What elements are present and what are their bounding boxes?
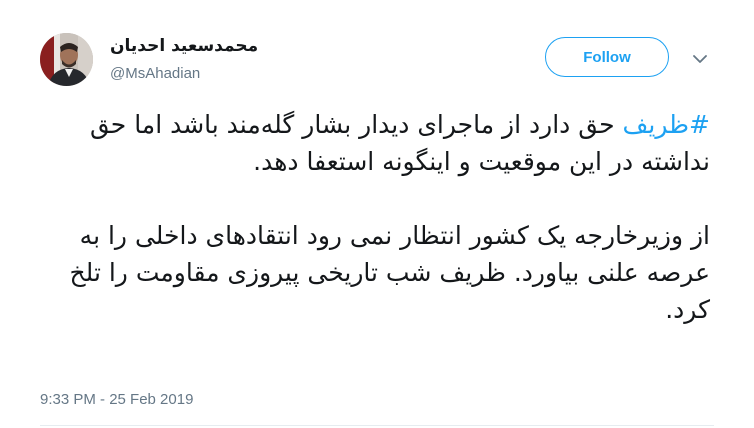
tweet-paragraph-2: از وزیرخارجه یک کشور انتظار نمی رود انتق… xyxy=(69,221,710,324)
author-name[interactable]: محمدسعید احدیان xyxy=(110,36,258,56)
follow-button[interactable]: Follow xyxy=(545,37,669,77)
tweet-timestamp[interactable]: 9:33 PM - 25 Feb 2019 xyxy=(40,391,193,408)
tweet-text: #ظریف حق دارد از ماجرای دیدار بشار گله‌م… xyxy=(30,106,710,328)
tweet-paragraph-1: #ظریف حق دارد از ماجرای دیدار بشار گله‌م… xyxy=(30,106,710,180)
avatar-photo xyxy=(40,33,93,86)
tweet-header: محمدسعید احدیان @MsAhadian Follow xyxy=(0,0,754,100)
author-handle[interactable]: @MsAhadian xyxy=(110,65,200,82)
chevron-down-icon[interactable] xyxy=(690,49,710,69)
avatar[interactable] xyxy=(40,33,93,86)
divider xyxy=(40,425,714,426)
hashtag-link[interactable]: #ظریف xyxy=(623,110,710,139)
tweet-paragraph-1-text: حق دارد از ماجرای دیدار بشار گله‌مند باش… xyxy=(89,110,710,176)
